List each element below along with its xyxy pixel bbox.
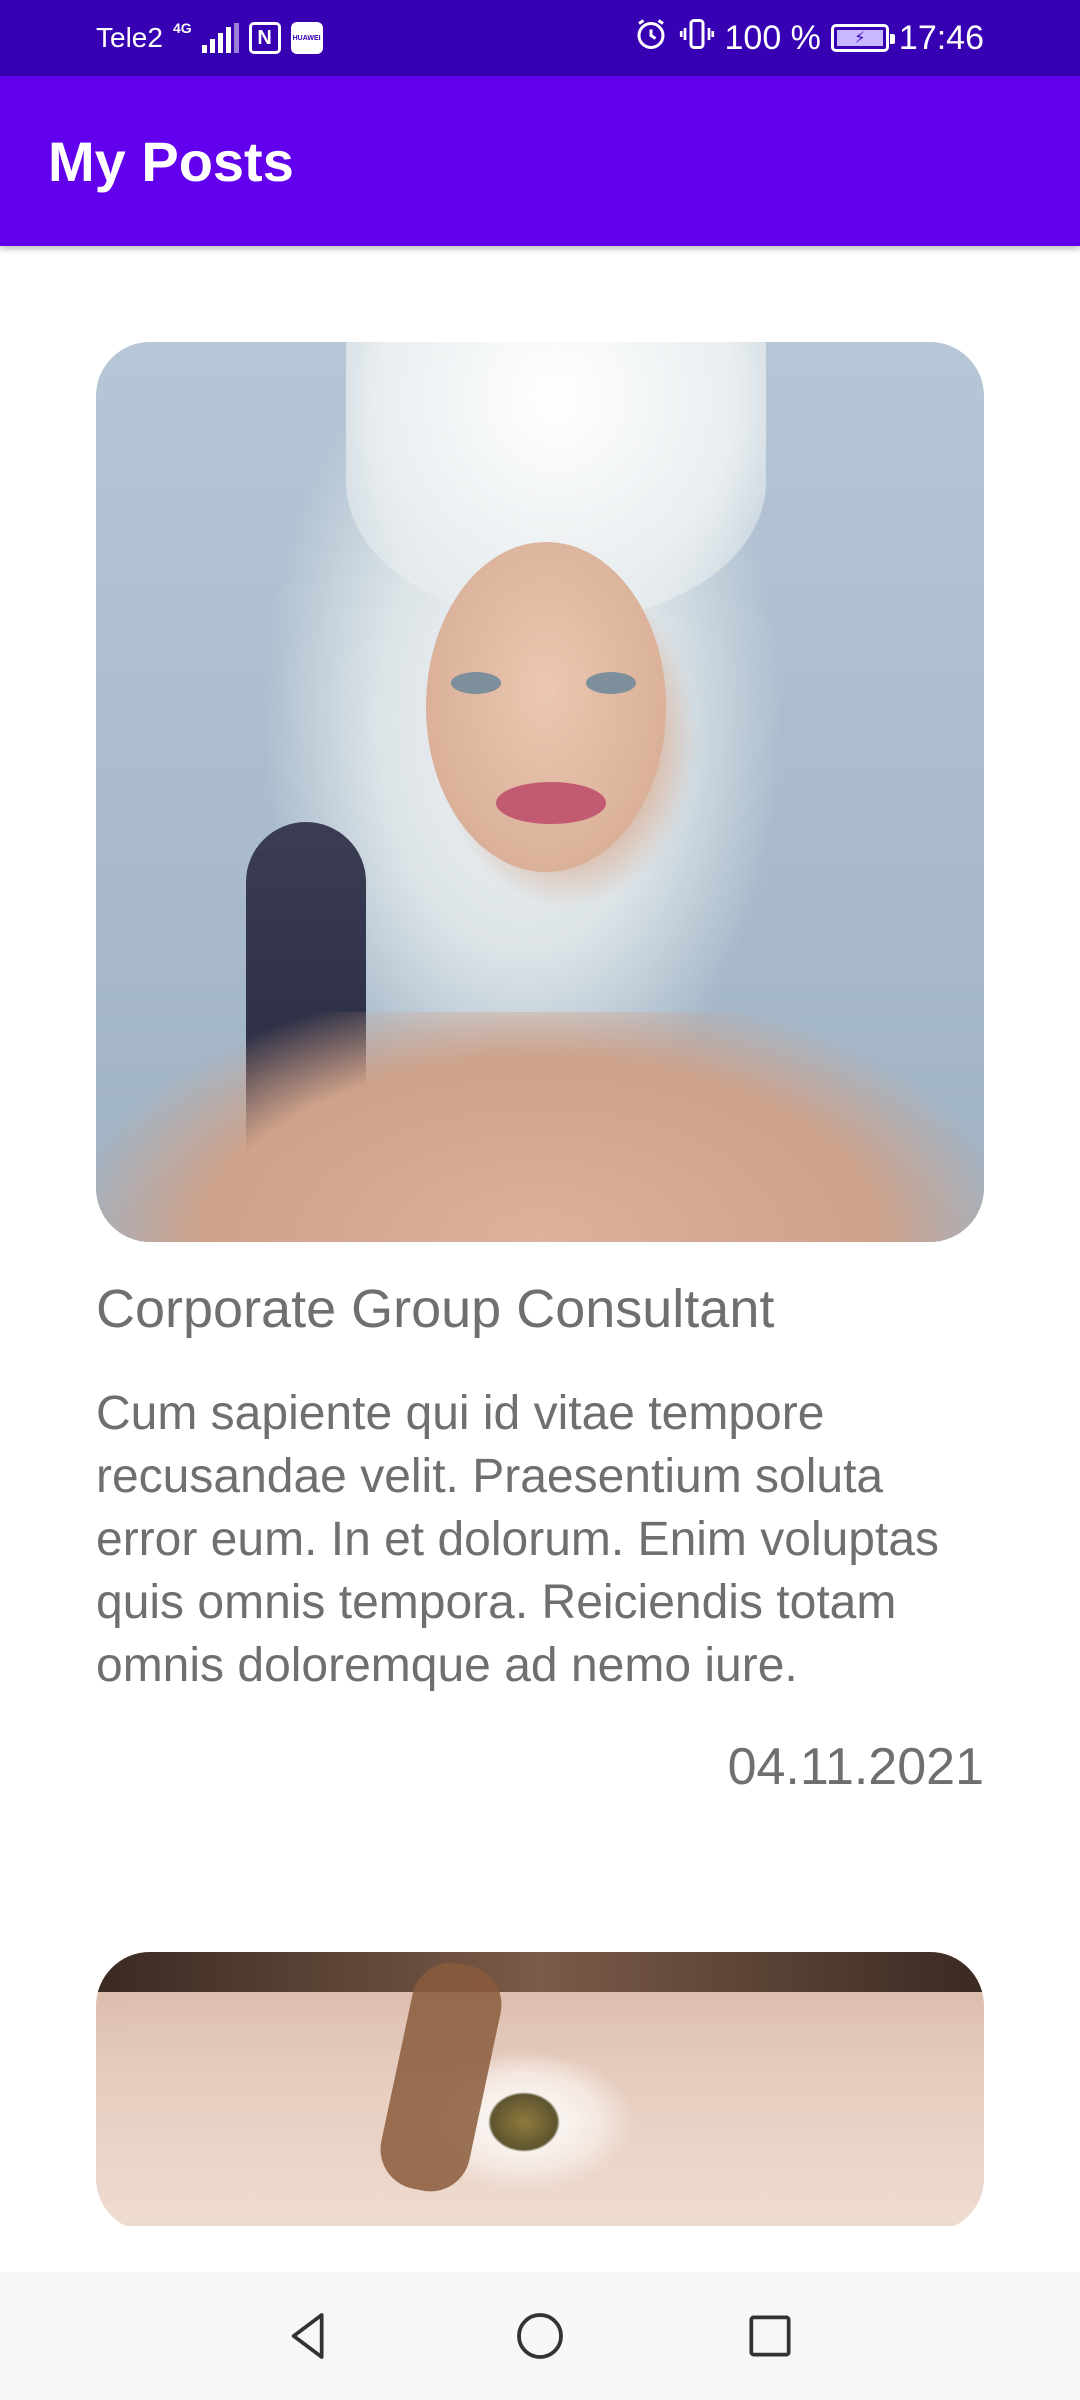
navigation-bar (0, 2272, 1080, 2400)
post-body: Cum sapiente qui id vitae tempore recusa… (96, 1387, 940, 1692)
status-bar: Tele2 4G N HUAWEI 100 % ⚡ 17:46 (0, 0, 1080, 76)
post-image (96, 342, 984, 1242)
nfc-icon: N (248, 22, 281, 54)
post-date: 04.11.2021 (727, 1738, 984, 1796)
post-image (96, 1952, 984, 2226)
alarm-icon (633, 16, 669, 61)
signal-icon (201, 23, 239, 53)
posts-list[interactable]: Corporate Group Consultant Cum sapiente … (0, 246, 1080, 2226)
back-triangle-icon[interactable] (250, 2272, 370, 2400)
battery-icon: ⚡ (830, 24, 895, 52)
app-bar: My Posts (0, 76, 1080, 246)
post-card[interactable]: Corporate Group Consultant Cum sapiente … (96, 342, 984, 1797)
page-title: My Posts (48, 129, 294, 193)
post-card[interactable] (96, 1952, 984, 2226)
recents-square-icon[interactable] (710, 2272, 830, 2400)
network-type-label: 4G (172, 20, 192, 36)
home-circle-icon[interactable] (480, 2272, 600, 2400)
huawei-app-icon: HUAWEI (290, 22, 323, 54)
carrier-label: Tele2 (96, 22, 163, 53)
post-title: Corporate Group Consultant (96, 1279, 775, 1339)
vibrate-icon (679, 16, 715, 61)
clock-label: 17:46 (898, 18, 984, 57)
battery-percent-label: 100 % (724, 18, 821, 57)
